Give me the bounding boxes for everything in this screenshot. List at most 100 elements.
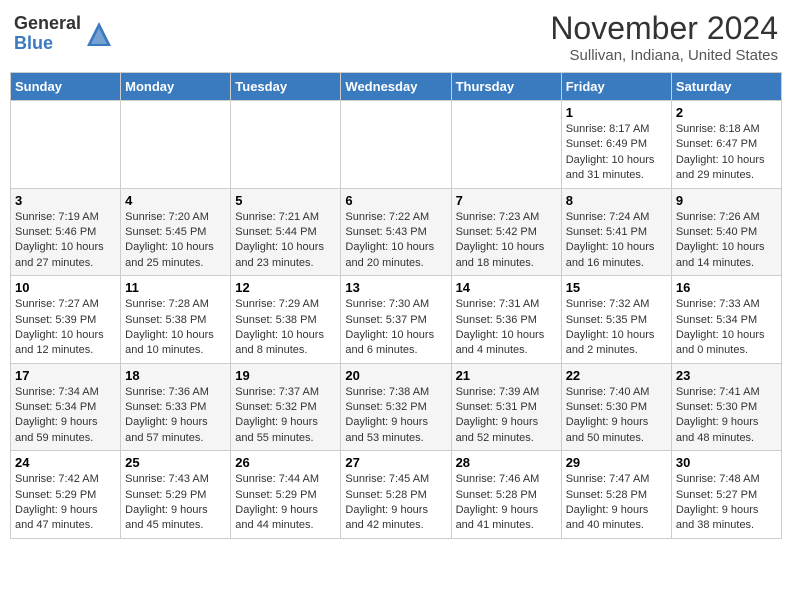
day-number: 25 [125, 455, 226, 470]
day-info: Sunrise: 7:41 AM Sunset: 5:30 PM Dayligh… [676, 385, 777, 447]
logo-blue-text: Blue [14, 34, 81, 54]
calendar-cell: 8 Sunrise: 7:24 AM Sunset: 5:41 PM Daylig… [561, 188, 671, 276]
calendar-cell [341, 101, 451, 189]
calendar-cell: 15 Sunrise: 7:32 AM Sunset: 5:35 PM Dayli… [561, 276, 671, 364]
calendar-cell: 12 Sunrise: 7:29 AM Sunset: 5:38 PM Dayli… [231, 276, 341, 364]
calendar-cell: 17 Sunrise: 7:34 AM Sunset: 5:34 PM Dayli… [11, 363, 121, 451]
weekday-header: Friday [561, 73, 671, 101]
day-number: 24 [15, 455, 116, 470]
day-number: 20 [345, 368, 446, 383]
day-number: 2 [676, 105, 777, 120]
day-info: Sunrise: 7:36 AM Sunset: 5:33 PM Dayligh… [125, 385, 226, 447]
day-info: Sunrise: 7:33 AM Sunset: 5:34 PM Dayligh… [676, 297, 777, 359]
weekday-header: Wednesday [341, 73, 451, 101]
calendar-cell: 4 Sunrise: 7:20 AM Sunset: 5:45 PM Daylig… [121, 188, 231, 276]
calendar-cell: 1Sunrise: 8:17 AM Sunset: 6:49 PM Daylig… [561, 101, 671, 189]
day-number: 17 [15, 368, 116, 383]
calendar-week-row: 24Sunrise: 7:42 AM Sunset: 5:29 PM Dayli… [11, 451, 782, 539]
calendar-week-row: 3Sunrise: 7:19 AM Sunset: 5:46 PM Daylig… [11, 188, 782, 276]
day-number: 6 [345, 193, 446, 208]
day-number: 22 [566, 368, 667, 383]
calendar-cell: 16 Sunrise: 7:33 AM Sunset: 5:34 PM Dayli… [671, 276, 781, 364]
day-info: Sunrise: 7:34 AM Sunset: 5:34 PM Dayligh… [15, 385, 116, 447]
calendar-cell: 26 Sunrise: 7:44 AM Sunset: 5:29 PM Dayli… [231, 451, 341, 539]
weekday-header: Saturday [671, 73, 781, 101]
logo-general-text: General [14, 14, 81, 34]
calendar-cell: 2 Sunrise: 8:18 AM Sunset: 6:47 PM Daylig… [671, 101, 781, 189]
day-info: Sunrise: 7:26 AM Sunset: 5:40 PM Dayligh… [676, 210, 777, 272]
weekday-header: Sunday [11, 73, 121, 101]
calendar-cell: 6 Sunrise: 7:22 AM Sunset: 5:43 PM Daylig… [341, 188, 451, 276]
calendar-header-row: SundayMondayTuesdayWednesdayThursdayFrid… [11, 73, 782, 101]
title-block: November 2024 Sullivan, Indiana, United … [550, 10, 778, 64]
calendar-cell [121, 101, 231, 189]
calendar-cell: 3Sunrise: 7:19 AM Sunset: 5:46 PM Daylig… [11, 188, 121, 276]
day-number: 21 [456, 368, 557, 383]
calendar-cell [11, 101, 121, 189]
day-number: 1 [566, 105, 667, 120]
day-info: Sunrise: 7:31 AM Sunset: 5:36 PM Dayligh… [456, 297, 557, 359]
day-info: Sunrise: 7:29 AM Sunset: 5:38 PM Dayligh… [235, 297, 336, 359]
calendar-week-row: 17 Sunrise: 7:34 AM Sunset: 5:34 PM Dayli… [11, 363, 782, 451]
calendar-cell: 9Sunrise: 7:26 AM Sunset: 5:40 PM Daylig… [671, 188, 781, 276]
day-info: Sunrise: 7:46 AM Sunset: 5:28 PM Dayligh… [456, 472, 557, 534]
day-number: 14 [456, 280, 557, 295]
calendar-cell: 24Sunrise: 7:42 AM Sunset: 5:29 PM Dayli… [11, 451, 121, 539]
weekday-header: Monday [121, 73, 231, 101]
day-info: Sunrise: 7:20 AM Sunset: 5:45 PM Dayligh… [125, 210, 226, 272]
calendar-cell: 29Sunrise: 7:47 AM Sunset: 5:28 PM Dayli… [561, 451, 671, 539]
day-info: Sunrise: 7:23 AM Sunset: 5:42 PM Dayligh… [456, 210, 557, 272]
calendar-cell: 22 Sunrise: 7:40 AM Sunset: 5:30 PM Dayli… [561, 363, 671, 451]
calendar-cell: 30Sunrise: 7:48 AM Sunset: 5:27 PM Dayli… [671, 451, 781, 539]
day-number: 12 [235, 280, 336, 295]
day-number: 4 [125, 193, 226, 208]
day-info: Sunrise: 7:45 AM Sunset: 5:28 PM Dayligh… [345, 472, 446, 534]
logo: General Blue [14, 14, 113, 54]
calendar-cell: 28 Sunrise: 7:46 AM Sunset: 5:28 PM Dayli… [451, 451, 561, 539]
day-info: Sunrise: 7:39 AM Sunset: 5:31 PM Dayligh… [456, 385, 557, 447]
day-info: Sunrise: 8:18 AM Sunset: 6:47 PM Dayligh… [676, 122, 777, 184]
calendar-cell: 5 Sunrise: 7:21 AM Sunset: 5:44 PM Daylig… [231, 188, 341, 276]
day-info: Sunrise: 7:22 AM Sunset: 5:43 PM Dayligh… [345, 210, 446, 272]
day-number: 11 [125, 280, 226, 295]
calendar-cell: 20 Sunrise: 7:38 AM Sunset: 5:32 PM Dayli… [341, 363, 451, 451]
calendar-cell [231, 101, 341, 189]
day-info: Sunrise: 7:38 AM Sunset: 5:32 PM Dayligh… [345, 385, 446, 447]
day-number: 10 [15, 280, 116, 295]
calendar-week-row: 10 Sunrise: 7:27 AM Sunset: 5:39 PM Dayli… [11, 276, 782, 364]
day-info: Sunrise: 7:27 AM Sunset: 5:39 PM Dayligh… [15, 297, 116, 359]
calendar-cell: 25 Sunrise: 7:43 AM Sunset: 5:29 PM Dayli… [121, 451, 231, 539]
day-info: Sunrise: 7:19 AM Sunset: 5:46 PM Dayligh… [15, 210, 116, 272]
day-info: Sunrise: 7:37 AM Sunset: 5:32 PM Dayligh… [235, 385, 336, 447]
calendar-cell [451, 101, 561, 189]
calendar-cell: 19Sunrise: 7:37 AM Sunset: 5:32 PM Dayli… [231, 363, 341, 451]
day-info: Sunrise: 7:32 AM Sunset: 5:35 PM Dayligh… [566, 297, 667, 359]
day-info: Sunrise: 7:30 AM Sunset: 5:37 PM Dayligh… [345, 297, 446, 359]
day-number: 15 [566, 280, 667, 295]
month-title: November 2024 [550, 10, 778, 47]
day-number: 26 [235, 455, 336, 470]
day-number: 27 [345, 455, 446, 470]
day-info: Sunrise: 7:40 AM Sunset: 5:30 PM Dayligh… [566, 385, 667, 447]
calendar-cell: 21 Sunrise: 7:39 AM Sunset: 5:31 PM Dayli… [451, 363, 561, 451]
day-number: 13 [345, 280, 446, 295]
weekday-header: Thursday [451, 73, 561, 101]
calendar-week-row: 1Sunrise: 8:17 AM Sunset: 6:49 PM Daylig… [11, 101, 782, 189]
day-info: Sunrise: 7:44 AM Sunset: 5:29 PM Dayligh… [235, 472, 336, 534]
calendar-cell: 18 Sunrise: 7:36 AM Sunset: 5:33 PM Dayli… [121, 363, 231, 451]
day-number: 28 [456, 455, 557, 470]
calendar-table: SundayMondayTuesdayWednesdayThursdayFrid… [10, 72, 782, 539]
day-info: Sunrise: 7:21 AM Sunset: 5:44 PM Dayligh… [235, 210, 336, 272]
day-number: 16 [676, 280, 777, 295]
calendar-cell: 10 Sunrise: 7:27 AM Sunset: 5:39 PM Dayli… [11, 276, 121, 364]
calendar-cell: 7 Sunrise: 7:23 AM Sunset: 5:42 PM Daylig… [451, 188, 561, 276]
day-info: Sunrise: 7:24 AM Sunset: 5:41 PM Dayligh… [566, 210, 667, 272]
day-info: Sunrise: 7:43 AM Sunset: 5:29 PM Dayligh… [125, 472, 226, 534]
day-info: Sunrise: 7:47 AM Sunset: 5:28 PM Dayligh… [566, 472, 667, 534]
day-number: 5 [235, 193, 336, 208]
day-number: 8 [566, 193, 667, 208]
day-number: 7 [456, 193, 557, 208]
day-number: 18 [125, 368, 226, 383]
day-number: 23 [676, 368, 777, 383]
day-info: Sunrise: 7:28 AM Sunset: 5:38 PM Dayligh… [125, 297, 226, 359]
